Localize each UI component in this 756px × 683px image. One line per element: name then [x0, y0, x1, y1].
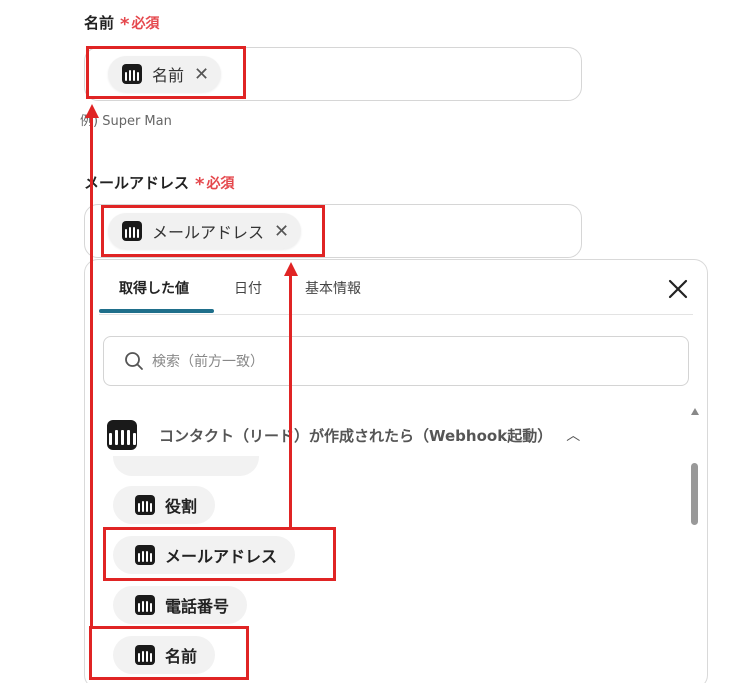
intercom-icon — [107, 420, 137, 450]
name-field-label: 名前 * 必須 — [84, 14, 160, 35]
intercom-icon — [135, 495, 155, 515]
scroll-thumb[interactable] — [691, 463, 698, 525]
tab-divider — [99, 314, 693, 315]
required-badge: * 必須 — [195, 174, 235, 195]
scrollbar[interactable] — [689, 408, 699, 683]
trigger-group-header[interactable]: コンタクト（リード）が作成されたら（Webhook起動） ︿ — [107, 420, 580, 450]
list-item-role[interactable]: 役割 — [113, 486, 216, 524]
search-placeholder: 検索（前方一致） — [152, 354, 264, 370]
scroll-up-icon[interactable] — [691, 408, 699, 415]
arrow-line — [90, 118, 93, 628]
list-item[interactable] — [113, 456, 259, 476]
chevron-up-icon[interactable]: ︿ — [566, 425, 580, 445]
highlight-email-chip — [101, 205, 325, 257]
tab-date[interactable]: 日付 — [234, 278, 262, 298]
arrow-line — [289, 276, 292, 529]
tab-basic-info[interactable]: 基本情報 — [305, 278, 361, 298]
arrow-head — [84, 104, 99, 118]
value-picker-panel: 取得した値 日付 基本情報 検索（前方一致） コンタクト（リード）が作成されたら… — [84, 259, 708, 683]
required-badge: * 必須 — [120, 14, 160, 35]
highlight-email-item — [103, 527, 336, 581]
search-icon — [125, 352, 143, 370]
email-field-label: メールアドレス * 必須 — [84, 174, 235, 195]
highlight-name-item — [89, 626, 249, 680]
highlight-name-chip — [86, 46, 246, 99]
intercom-icon — [135, 595, 155, 615]
arrow-head — [283, 262, 298, 276]
list-item-phone[interactable]: 電話番号 — [113, 586, 248, 624]
group-title: コンタクト（リード）が作成されたら（Webhook起動） — [159, 426, 553, 445]
tab-acquired-values[interactable]: 取得した値 — [119, 278, 189, 298]
close-icon[interactable] — [667, 278, 689, 300]
active-tab-indicator — [99, 309, 214, 313]
search-input[interactable]: 検索（前方一致） — [103, 336, 689, 386]
